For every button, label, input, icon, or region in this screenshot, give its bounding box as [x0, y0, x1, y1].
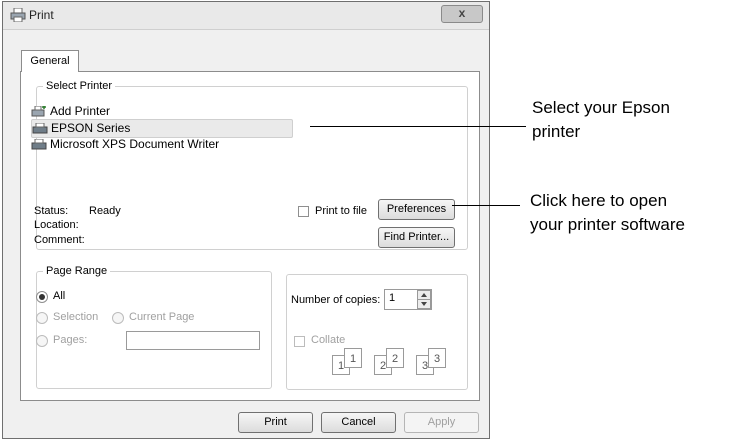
collate-page-icon: 2	[386, 348, 404, 368]
number-of-copies-label: Number of copies:	[291, 294, 381, 306]
print-to-file-label: Print to file	[315, 205, 367, 217]
cancel-button[interactable]: Cancel	[321, 412, 396, 433]
status-value: Ready	[89, 205, 121, 217]
close-button[interactable]: x	[441, 5, 483, 23]
status-label: Status:	[34, 205, 69, 217]
comment-label: Comment:	[34, 234, 85, 246]
printer-icon	[32, 122, 48, 134]
printer-item-xps[interactable]: Microsoft XPS Document Writer	[31, 136, 219, 153]
callout-text-line: printer	[532, 122, 581, 141]
selection-label: Selection	[53, 311, 99, 323]
printer-icon	[31, 138, 47, 150]
select-printer-legend: Select Printer	[46, 80, 113, 92]
printer-item-label: Add Printer	[50, 104, 111, 118]
apply-button[interactable]: Apply	[404, 412, 479, 433]
page-range-legend: Page Range	[46, 265, 108, 277]
collate-page-icon: 1	[344, 348, 362, 368]
add-printer-icon	[31, 105, 46, 117]
callout-text-line: your printer software	[530, 215, 685, 234]
pages-radio[interactable]	[36, 335, 48, 347]
all-label: All	[53, 290, 66, 302]
collate-label: Collate	[311, 334, 346, 346]
pages-input[interactable]	[126, 331, 260, 350]
location-label: Location:	[34, 219, 79, 231]
current-page-label: Current Page	[129, 311, 195, 323]
current-page-radio[interactable]	[112, 312, 124, 324]
find-printer-button[interactable]: Find Printer...	[378, 227, 455, 248]
printer-item-add-printer[interactable]: Add Printer	[31, 103, 110, 120]
callout-line-select-printer	[310, 126, 526, 127]
printer-icon	[10, 8, 26, 22]
printer-item-label: Microsoft XPS Document Writer	[50, 137, 220, 151]
pages-label: Pages:	[53, 334, 88, 346]
print-to-file-checkbox[interactable]	[298, 206, 309, 217]
general-panel: Select Printer Add Printer EPSON Series …	[20, 71, 480, 401]
print-button[interactable]: Print	[238, 412, 313, 433]
copies-spinner-icon[interactable]	[417, 290, 431, 309]
collate-page-icon: 3	[428, 348, 446, 368]
callout-text-line: Select your Epson	[532, 98, 670, 117]
title-bar: Print x	[3, 2, 489, 30]
preferences-button[interactable]: Preferences	[378, 199, 455, 220]
callout-select-printer: Select your Epson printer	[532, 96, 670, 144]
tab-general[interactable]: General	[21, 50, 79, 72]
page-range-group: Page Range	[36, 265, 272, 389]
printer-item-label: EPSON Series	[51, 121, 131, 135]
selection-radio[interactable]	[36, 312, 48, 324]
callout-line-preferences	[452, 205, 520, 206]
window-title: Print	[29, 8, 54, 22]
print-dialog: Print x General Select Printer Add Print…	[2, 1, 490, 439]
callout-open-software: Click here to open your printer software	[530, 189, 685, 237]
collate-checkbox[interactable]	[294, 336, 305, 347]
all-radio[interactable]	[36, 291, 48, 303]
callout-text-line: Click here to open	[530, 191, 668, 210]
